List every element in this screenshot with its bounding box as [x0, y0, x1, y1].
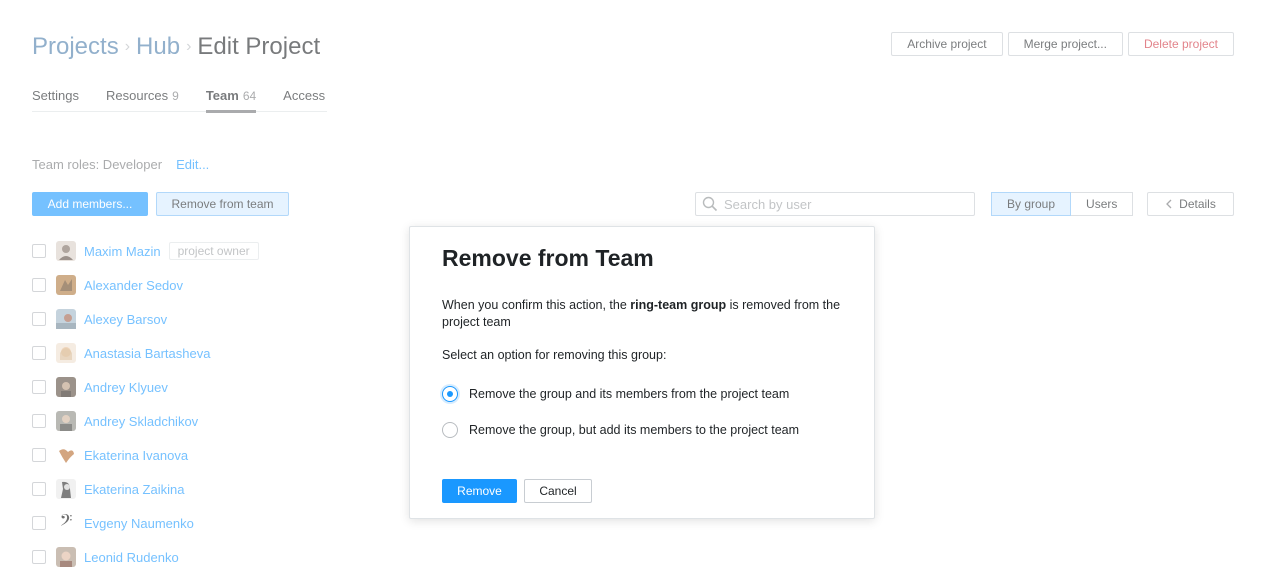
- avatar: [56, 377, 76, 397]
- team-roles: Team roles: Developer Edit...: [32, 157, 209, 172]
- avatar: [56, 275, 76, 295]
- member-checkbox[interactable]: [32, 278, 46, 292]
- users-button[interactable]: Users: [1071, 192, 1134, 216]
- dialog-prompt: Select an option for removing this group…: [442, 348, 667, 362]
- list-item[interactable]: Leonid Rudenko: [32, 540, 259, 574]
- delete-project-button[interactable]: Delete project: [1127, 32, 1234, 56]
- option-remove-members[interactable]: Remove the group and its members from th…: [442, 386, 789, 402]
- radio-button-selected[interactable]: [442, 386, 458, 402]
- member-name[interactable]: Anastasia Bartasheva: [84, 346, 210, 361]
- member-name[interactable]: Andrey Klyuev: [84, 380, 168, 395]
- tab-resources[interactable]: Resources 9: [106, 88, 179, 112]
- list-item[interactable]: Maxim Mazin project owner: [32, 234, 259, 268]
- remove-from-team-button[interactable]: Remove from team: [156, 192, 289, 216]
- option-label: Remove the group and its members from th…: [469, 387, 790, 401]
- project-owner-badge: project owner: [168, 242, 259, 260]
- list-item[interactable]: Alexander Sedov: [32, 268, 259, 302]
- group-name: ring-team group: [630, 298, 727, 312]
- chevron-left-icon: [1166, 199, 1172, 209]
- breadcrumb-separator: ›: [124, 38, 131, 55]
- avatar: [56, 343, 76, 363]
- avatar: [56, 241, 76, 261]
- member-checkbox[interactable]: [32, 516, 46, 530]
- dialog-title: Remove from Team: [442, 245, 654, 271]
- add-members-button[interactable]: Add members...: [32, 192, 148, 216]
- radio-button[interactable]: [442, 422, 458, 438]
- search-box: [695, 192, 975, 216]
- tab-count: 64: [242, 89, 257, 103]
- member-checkbox[interactable]: [32, 448, 46, 462]
- dialog-description: When you confirm this action, the ring-t…: [442, 297, 852, 331]
- member-name[interactable]: Evgeny Naumenko: [84, 516, 194, 531]
- member-checkbox[interactable]: [32, 482, 46, 496]
- member-name[interactable]: Ekaterina Ivanova: [84, 448, 188, 463]
- member-checkbox[interactable]: [32, 414, 46, 428]
- tab-label: Access: [283, 88, 326, 103]
- avatar: [56, 547, 76, 567]
- list-item[interactable]: Alexey Barsov: [32, 302, 259, 336]
- list-item[interactable]: 𝄢 Evgeny Naumenko: [32, 506, 259, 540]
- member-name[interactable]: Leonid Rudenko: [84, 550, 179, 565]
- list-item[interactable]: Andrey Skladchikov: [32, 404, 259, 438]
- tab-count: 9: [172, 89, 179, 103]
- dialog-text-before: When you confirm this action, the: [442, 298, 631, 312]
- member-checkbox[interactable]: [32, 346, 46, 360]
- header-actions: Archive project Merge project... Delete …: [891, 32, 1234, 56]
- member-name[interactable]: Maxim Mazin: [84, 244, 161, 259]
- option-keep-members[interactable]: Remove the group, but add its members to…: [442, 422, 799, 438]
- member-list: Maxim Mazin project owner Alexander Sedo…: [32, 234, 259, 574]
- member-checkbox[interactable]: [32, 550, 46, 564]
- member-name[interactable]: Andrey Skladchikov: [84, 414, 198, 429]
- avatar: [56, 479, 76, 499]
- view-mode-toggle: By group Users: [991, 192, 1134, 216]
- edit-roles-link[interactable]: Edit...: [176, 157, 209, 172]
- merge-project-button[interactable]: Merge project...: [1007, 32, 1123, 56]
- tab-label: Team: [205, 88, 239, 103]
- remove-button[interactable]: Remove: [442, 479, 517, 503]
- tab-access[interactable]: Access: [283, 88, 325, 112]
- details-button[interactable]: Details: [1147, 192, 1234, 216]
- breadcrumb-projects[interactable]: Projects: [32, 33, 119, 60]
- project-tabs: Settings Resources 9 Team 64 Access: [32, 88, 327, 113]
- option-label: Remove the group, but add its members to…: [469, 423, 800, 437]
- tab-settings[interactable]: Settings: [32, 88, 79, 112]
- tab-label: Resources: [105, 88, 169, 103]
- breadcrumb-separator: ›: [186, 38, 192, 55]
- cancel-button[interactable]: Cancel: [524, 479, 592, 503]
- avatar: [56, 309, 76, 329]
- avatar: [56, 411, 76, 431]
- member-name[interactable]: Alexander Sedov: [84, 278, 183, 293]
- search-icon: [702, 196, 718, 212]
- remove-from-team-dialog: Remove from Team When you confirm this a…: [409, 226, 875, 519]
- member-checkbox[interactable]: [32, 244, 46, 258]
- tab-label: Settings: [32, 88, 79, 103]
- member-name[interactable]: Ekaterina Zaikina: [84, 482, 184, 497]
- page-title: Edit Project: [197, 33, 321, 60]
- list-item[interactable]: Anastasia Bartasheva: [32, 336, 259, 370]
- list-item[interactable]: Ekaterina Ivanova: [32, 438, 259, 472]
- member-checkbox[interactable]: [32, 380, 46, 394]
- avatar: 𝄢: [56, 512, 76, 534]
- by-group-button[interactable]: By group: [991, 192, 1072, 216]
- search-input[interactable]: [724, 196, 964, 212]
- team-roles-text: Team roles: Developer: [32, 157, 163, 172]
- member-checkbox[interactable]: [32, 312, 46, 326]
- archive-project-button[interactable]: Archive project: [891, 32, 1003, 56]
- member-name[interactable]: Alexey Barsov: [84, 312, 167, 327]
- avatar: [56, 445, 76, 465]
- details-label: Details: [1179, 197, 1216, 211]
- list-item[interactable]: Andrey Klyuev: [32, 370, 259, 404]
- breadcrumb: Projects › Hub › Edit Project: [32, 32, 320, 65]
- breadcrumb-hub[interactable]: Hub: [136, 33, 180, 60]
- list-item[interactable]: Ekaterina Zaikina: [32, 472, 259, 506]
- tab-team[interactable]: Team 64: [205, 88, 257, 113]
